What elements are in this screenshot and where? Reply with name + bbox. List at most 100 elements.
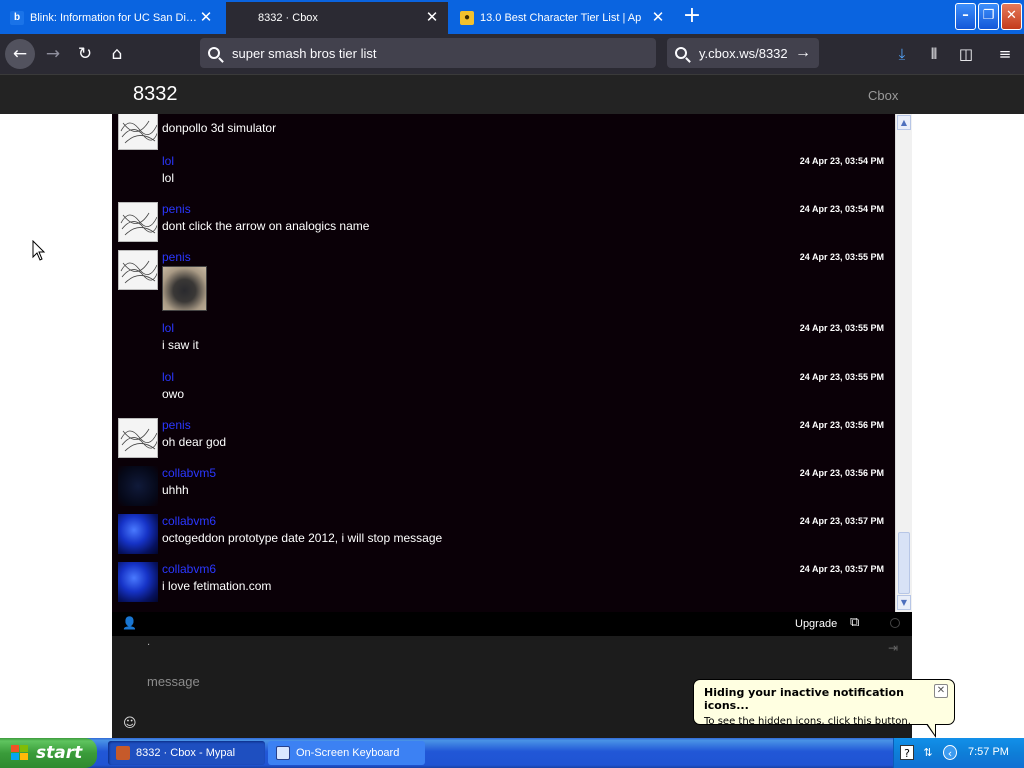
- chat-scrollbar[interactable]: ▲ ▼: [895, 114, 912, 612]
- balloon-tail-fill: [927, 723, 935, 735]
- emoji-icon[interactable]: ☺: [123, 716, 137, 731]
- close-tab-icon[interactable]: ✕: [424, 10, 440, 26]
- sidebar-icon[interactable]: ◫: [954, 42, 978, 66]
- nav-toolbar: ← → ↻ ⌂ super smash bros tier list y.cbo…: [0, 34, 1024, 74]
- clock: 7:57 PM: [968, 746, 1009, 758]
- message-timestamp: 24 Apr 23, 03:56 PM: [799, 468, 884, 478]
- url-bar-text: super smash bros tier list: [232, 45, 377, 61]
- windows-logo-icon: [10, 744, 30, 762]
- message-text: i love fetimation.com: [162, 579, 272, 593]
- avatar[interactable]: [118, 466, 158, 506]
- message-username[interactable]: penis: [162, 418, 191, 432]
- home-icon[interactable]: ⌂: [102, 39, 132, 69]
- download-icon[interactable]: ⤓: [890, 42, 914, 66]
- taskbar-item-browser[interactable]: 8332 · Cbox - Mypal: [108, 741, 265, 765]
- upgrade-link[interactable]: Upgrade: [795, 618, 837, 630]
- forward-arrow-icon[interactable]: →: [38, 39, 68, 69]
- url-bar[interactable]: super smash bros tier list: [200, 38, 656, 68]
- search-bar[interactable]: y.cbox.ws/8332 →: [667, 38, 819, 68]
- status-indicator-icon: [890, 618, 900, 628]
- taskbar-item-keyboard[interactable]: On-Screen Keyboard: [268, 741, 425, 765]
- popout-icon[interactable]: ⧉: [850, 615, 859, 630]
- new-tab-plus-icon[interactable]: +: [679, 4, 705, 30]
- message-text: oh dear god: [162, 435, 227, 449]
- message-timestamp: 24 Apr 23, 03:55 PM: [799, 252, 884, 262]
- message-text: donpollo 3d simulator: [162, 121, 277, 135]
- search-bar-text: y.cbox.ws/8332: [699, 45, 788, 61]
- cbox-brand-link[interactable]: Cbox: [868, 88, 898, 103]
- avatar[interactable]: [118, 562, 158, 602]
- restore-button[interactable]: ❐: [978, 3, 999, 30]
- login-icon[interactable]: ⇥: [888, 641, 898, 655]
- library-icon[interactable]: ⫴: [922, 42, 946, 66]
- scroll-up-arrow-icon[interactable]: ▲: [897, 115, 911, 130]
- message-username[interactable]: lol: [162, 321, 174, 335]
- close-tab-icon[interactable]: ✕: [650, 10, 666, 26]
- user-icon[interactable]: 👤: [122, 616, 137, 630]
- chat-message: penis 24 Apr 23, 03:55 PM: [112, 248, 895, 320]
- minimize-button[interactable]: –: [955, 3, 976, 30]
- chat-message: lol i saw it 24 Apr 23, 03:55 PM: [112, 319, 895, 365]
- message-username[interactable]: collabvm5: [162, 466, 216, 480]
- tab-title: 13.0 Best Character Tier List | Ap: [480, 12, 642, 24]
- message-username[interactable]: collabvm6: [162, 562, 216, 576]
- message-timestamp: 24 Apr 23, 03:56 PM: [799, 420, 884, 430]
- avatar[interactable]: [118, 114, 158, 150]
- show-hidden-icons-chevron-icon[interactable]: ‹: [943, 745, 957, 760]
- tab-title: Blink: Information for UC San Diego: [30, 12, 198, 24]
- taskbar: start 8332 · Cbox - Mypal On-Screen Keyb…: [0, 738, 1024, 768]
- window-close-button[interactable]: ✕: [1001, 3, 1022, 30]
- message-username[interactable]: lol: [162, 370, 174, 384]
- message-text: i saw it: [162, 338, 199, 352]
- go-arrow-icon[interactable]: →: [795, 44, 811, 62]
- message-username[interactable]: penis: [162, 202, 191, 216]
- search-icon: [208, 47, 220, 59]
- message-text: octogeddon prototype date 2012, i will s…: [162, 531, 443, 545]
- name-field[interactable]: ·: [147, 640, 150, 651]
- message-timestamp: 24 Apr 23, 03:55 PM: [799, 372, 884, 382]
- tab-blink[interactable]: b Blink: Information for UC San Diego ✕: [2, 2, 222, 34]
- message-text: dont click the arrow on analogics name: [162, 219, 370, 233]
- back-arrow-icon[interactable]: ←: [5, 39, 35, 69]
- keyboard-icon: [276, 746, 290, 760]
- chat-message: penis dont click the arrow on analogics …: [112, 200, 895, 248]
- avatar[interactable]: [118, 202, 158, 242]
- network-icon[interactable]: ⇅: [921, 745, 935, 760]
- chat-message: penis oh dear god 24 Apr 23, 03:56 PM: [112, 416, 895, 464]
- message-timestamp: 24 Apr 23, 03:55 PM: [799, 323, 884, 333]
- image-attachment[interactable]: [162, 266, 207, 311]
- scroll-down-arrow-icon[interactable]: ▼: [897, 595, 911, 610]
- tab-cbox[interactable]: 8332 · Cbox ✕: [226, 2, 448, 34]
- message-timestamp: 24 Apr 23, 03:57 PM: [799, 564, 884, 574]
- start-button[interactable]: start: [0, 738, 97, 768]
- tab-tier-list[interactable]: ● 13.0 Best Character Tier List | Ap ✕: [452, 2, 674, 34]
- avatar[interactable]: [118, 250, 158, 290]
- reload-icon[interactable]: ↻: [70, 39, 100, 69]
- avatar[interactable]: [118, 514, 158, 554]
- system-tray: ? ⇅ ‹ 7:57 PM: [893, 738, 1024, 768]
- mypal-icon: [116, 746, 130, 760]
- chat-toolbar: 👤 Upgrade ⧉: [112, 612, 912, 636]
- chat-message: lol owo 24 Apr 23, 03:55 PM: [112, 368, 895, 414]
- start-label: start: [36, 743, 83, 763]
- scrollbar-thumb[interactable]: [898, 532, 910, 594]
- message-timestamp: 24 Apr 23, 03:54 PM: [799, 204, 884, 214]
- pikachu-favicon-icon: ●: [460, 11, 474, 25]
- chat-message: collabvm6 octogeddon prototype date 2012…: [112, 512, 895, 560]
- menu-icon[interactable]: ≡: [993, 42, 1017, 66]
- help-icon[interactable]: ?: [900, 745, 914, 760]
- message-text: owo: [162, 387, 185, 401]
- chat-message: penis donpollo 3d simulator: [112, 114, 895, 150]
- balloon-close-icon[interactable]: ✕: [934, 684, 948, 698]
- search-icon: [675, 47, 687, 59]
- message-text: lol: [162, 171, 175, 185]
- message-username[interactable]: penis: [162, 250, 191, 264]
- chat-message-list[interactable]: penis donpollo 3d simulator lol lol 24 A…: [112, 114, 895, 612]
- avatar[interactable]: [118, 418, 158, 458]
- message-username[interactable]: collabvm6: [162, 514, 216, 528]
- close-tab-icon[interactable]: ✕: [198, 10, 214, 26]
- notification-balloon[interactable]: Hiding your inactive notification icons.…: [693, 679, 955, 738]
- tab-title: 8332 · Cbox: [258, 12, 318, 24]
- chat-message: collabvm5 uhhh 24 Apr 23, 03:56 PM: [112, 464, 895, 512]
- message-username[interactable]: lol: [162, 154, 174, 168]
